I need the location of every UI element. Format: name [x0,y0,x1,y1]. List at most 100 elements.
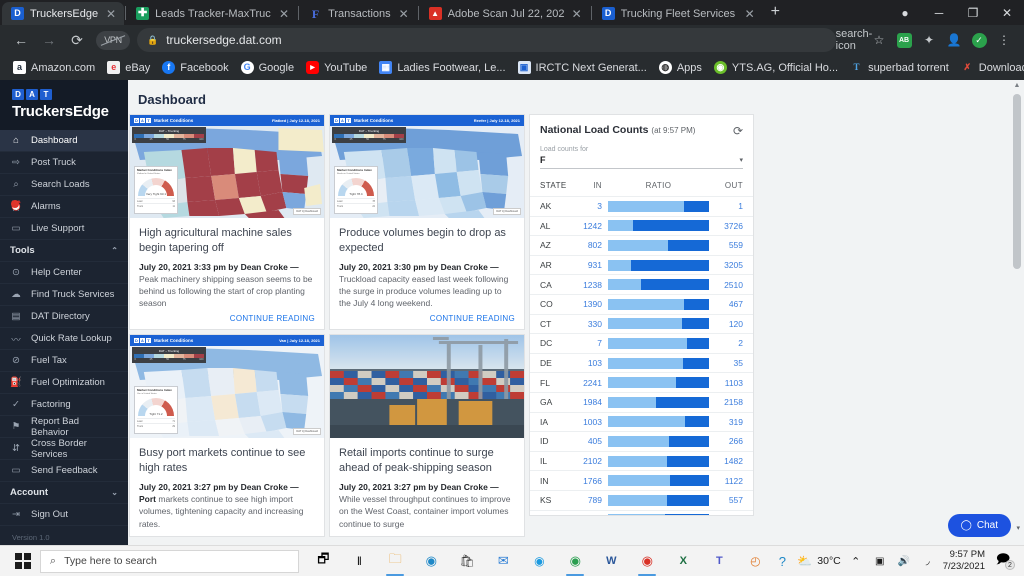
widgets-icon[interactable]: ‖ [341,546,377,576]
sidebar-item-sign-out[interactable]: ⇥ Sign Out [0,504,128,526]
profile-chip-icon[interactable]: ● [888,6,922,20]
sidebar-item-alarms[interactable]: ⏰ Alarms [0,196,128,218]
browser-tab-2[interactable]: F Transactions ✕ [300,2,417,25]
microsoft-store-icon[interactable]: 🛍 [449,546,485,576]
sidebar-item-quick-rate-lookup[interactable]: 〰 Quick Rate Lookup [0,328,128,350]
bookmark-item[interactable]: e eBay [101,58,156,77]
close-icon[interactable]: ✕ [743,7,757,21]
sidebar-item-dat-directory[interactable]: ▤ DAT Directory [0,306,128,328]
scrollbar-thumb[interactable] [1013,94,1021,269]
bookmark-item[interactable]: ✗ Download verified t... [955,58,1024,77]
sidebar-section-tools[interactable]: Tools ⌃ [0,240,128,262]
back-button[interactable]: ← [8,27,34,53]
taskbar-search-input[interactable]: ⌕ Type here to search [39,549,300,573]
sidebar-item-dashboard[interactable]: ⌂ Dashboard [0,130,128,152]
chrome-window-icon[interactable]: ◉ [629,546,665,576]
vpn-extension-icon[interactable]: VPN [96,30,130,50]
minimize-button[interactable]: ─ [922,6,956,20]
reload-button[interactable]: ⟳ [64,27,90,53]
table-row[interactable]: IN 1766 1122 [530,470,753,490]
bookmark-item[interactable]: a Amazon.com [7,58,101,77]
address-bar[interactable]: 🔒 truckersedge.dat.com [137,28,836,52]
continue-reading-link[interactable]: CONTINUE READING [139,309,315,323]
file-explorer-icon[interactable]: 🗀 [377,546,413,576]
help-circle-icon[interactable]: ? [773,554,791,569]
news-card[interactable]: Retail imports continue to surge ahead o… [329,334,525,537]
browser-tab-0[interactable]: D TruckersEdge ✕ [2,2,125,25]
table-row[interactable]: IL 2102 1482 [530,450,753,471]
table-row[interactable]: AZ 802 559 [530,235,753,255]
browser-tab-4[interactable]: D Trucking Fleet Services - DAT ✕ [593,2,763,25]
chat-button[interactable]: ◯ Chat [947,514,1011,537]
sidebar-section-account[interactable]: Account ⌄ [0,482,128,504]
close-icon[interactable]: ✕ [277,7,291,21]
task-view-icon[interactable]: 🗗 [305,546,341,576]
notifications-icon[interactable]: 🗩 2 [991,550,1015,572]
account-icon[interactable]: 👤 [942,28,966,52]
extensions-puzzle-icon[interactable]: ✦ [917,28,941,52]
bookmark-star-icon[interactable]: ☆ [867,28,891,52]
scroll-up-arrow[interactable]: ▲ [1010,80,1024,92]
sidebar-item-factoring[interactable]: ✓ Factoring [0,394,128,416]
sidebar-item-cross-border-services[interactable]: ⇵ Cross Border Services [0,438,128,460]
table-row[interactable]: AL 1242 3726 [530,215,753,236]
bookmark-item[interactable]: ◉ YTS.AG, Official Ho... [708,58,844,77]
table-row[interactable]: KY12801004 [530,509,753,515]
browser-menu-icon[interactable]: ⋮ [992,28,1016,52]
news-card[interactable]: DAT Market Conditions Reefer | July 12-1… [329,114,525,331]
wifi-icon[interactable]: ◞ [919,556,937,567]
sidebar-item-search-loads[interactable]: ⌕ Search Loads [0,174,128,196]
table-row[interactable]: GA 1984 2158 [530,391,753,412]
table-row[interactable]: AR 931 3205 [530,254,753,275]
bookmark-item[interactable]: ▣ IRCTC Next Generat... [512,58,653,77]
volume-icon[interactable]: 🔊 [895,556,913,567]
adblock-extension-icon[interactable]: AB [892,28,916,52]
news-card[interactable]: DAT Market Conditions Van | July 12-18, … [129,334,325,537]
weather-widget[interactable]: ⛅ 30°C [797,554,840,568]
close-window-button[interactable]: ✕ [990,6,1024,20]
table-row[interactable]: CT 330 120 [530,313,753,334]
sidebar-item-send-feedback[interactable]: ▭ Send Feedback [0,460,128,482]
sidebar-item-fuel-optimization[interactable]: ⛽ Fuel Optimization [0,372,128,394]
table-row[interactable]: DC 7 2 [530,333,753,353]
bookmark-item[interactable]: ▦ Ladies Footwear, Le... [373,58,511,77]
page-scrollbar[interactable]: ▲ [1010,80,1024,545]
word-icon[interactable]: W [593,546,629,576]
refresh-icon[interactable]: ⟳ [733,124,743,138]
close-icon[interactable]: ✕ [570,7,584,21]
battery-icon[interactable]: ▣ [871,556,889,567]
excel-icon[interactable]: X [665,546,701,576]
continue-reading-link[interactable]: CONTINUE READING [339,309,515,323]
table-row[interactable]: IA 1003 319 [530,411,753,432]
bookmark-item[interactable]: ◍ Apps [653,58,708,77]
chrome-icon[interactable]: ◉ [557,546,593,576]
sidebar-item-find-truck-services[interactable]: ☁ Find Truck Services [0,284,128,306]
tray-chevron-icon[interactable]: ⌃ [847,555,865,568]
table-row[interactable]: CA 1238 2510 [530,274,753,294]
teams-icon[interactable]: T [701,546,737,576]
photos-icon[interactable]: ◴ [737,546,773,576]
news-card[interactable]: DAT Market Conditions Flatbed | July 12-… [129,114,325,331]
new-tab-button[interactable]: + [763,3,788,23]
sidebar-item-fuel-tax[interactable]: ⊘ Fuel Tax [0,350,128,372]
sidebar-item-post-truck[interactable]: ⇨ Post Truck [0,152,128,174]
maximize-button[interactable]: ❐ [956,6,990,20]
bookmark-item[interactable]: f Facebook [156,58,234,77]
edge-icon[interactable]: ◉ [413,546,449,576]
sidebar-item-report-bad-behavior[interactable]: ⚑ Report Bad Behavior [0,416,128,438]
chat-collapse-icon[interactable]: ▾ [1016,524,1020,532]
table-row[interactable]: AK 3 1 [530,196,753,216]
search-icon[interactable]: search-icon [836,28,873,52]
browser-tab-3[interactable]: ▲ Adobe Scan Jul 22, 2021.pdf( ✕ [420,2,590,25]
verified-extension-icon[interactable]: ✓ [967,28,991,52]
table-row[interactable]: KS 789 557 [530,489,753,510]
bookmark-item[interactable]: Tsuperbad torrent [844,58,955,77]
skype-icon[interactable]: ◉ [521,546,557,576]
close-icon[interactable]: ✕ [397,7,411,21]
table-row[interactable]: ID 405 266 [530,431,753,451]
mail-icon[interactable]: ✉ [485,546,521,576]
clock-widget[interactable]: 9:57 PM 7/23/2021 [943,549,985,573]
forward-button[interactable]: → [36,27,62,53]
table-row[interactable]: CO 1390 467 [530,293,753,314]
bookmark-item[interactable]: G Google [235,58,300,77]
